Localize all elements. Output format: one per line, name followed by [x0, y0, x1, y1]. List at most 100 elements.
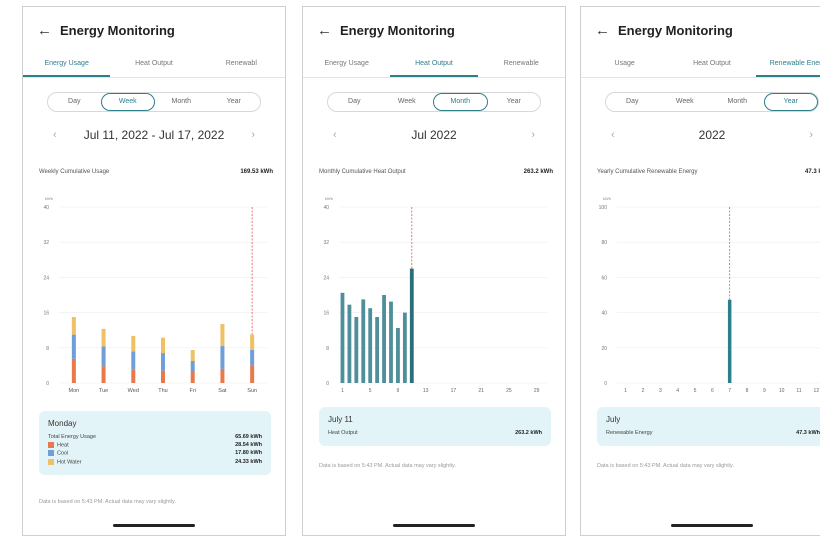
y-tick-label: 80: [601, 240, 607, 246]
bar-segment[interactable]: [190, 350, 195, 361]
arrow-left-icon[interactable]: ←: [317, 23, 332, 38]
arrow-left-icon[interactable]: ←: [595, 23, 610, 38]
period-option[interactable]: Week: [100, 93, 155, 111]
bar[interactable]: [396, 328, 400, 383]
x-tick-label: 21: [478, 388, 484, 394]
x-tick-label: 1: [341, 388, 344, 394]
bar-segment[interactable]: [161, 370, 165, 383]
bar[interactable]: [340, 292, 345, 383]
legend-swatch: [48, 458, 54, 465]
x-tick-label: 8: [746, 388, 749, 394]
chevron-left-icon[interactable]: ‹: [333, 129, 337, 141]
bar[interactable]: [389, 301, 393, 383]
x-tick-label: 9: [397, 388, 400, 394]
bar-segment[interactable]: [161, 353, 165, 371]
period-option[interactable]: Year: [488, 93, 541, 111]
period-option[interactable]: Day: [328, 93, 381, 111]
period-selector: Day Week Month Year: [47, 92, 261, 112]
bar-segment[interactable]: [101, 366, 106, 383]
bar-segment[interactable]: [190, 361, 195, 372]
y-axis-unit: kWh: [45, 196, 53, 201]
bar-segment[interactable]: [190, 372, 195, 383]
x-tick-label: 10: [779, 388, 785, 394]
bar-segment[interactable]: [71, 317, 76, 335]
y-tick-label: 32: [43, 240, 49, 246]
x-tick-label: Tue: [99, 388, 108, 394]
tab-item[interactable]: Renewable: [478, 51, 565, 77]
detail-row-label: Hot Water: [57, 459, 82, 466]
bar-chart: kWh 0 8 16 24 32 40 Mon Tue Wed Thu Fri Sat Sun: [43, 196, 267, 394]
tab-item[interactable]: Heat Output: [668, 51, 755, 77]
bar-segment[interactable]: [161, 337, 165, 354]
bar-segment[interactable]: [220, 368, 225, 383]
detail-row-label-wrap: Total Energy Usage: [48, 434, 96, 440]
y-tick-label: 60: [601, 275, 607, 281]
period-option[interactable]: Month: [155, 93, 208, 111]
summary-label: Weekly Cumulative Usage: [39, 169, 110, 175]
period-option[interactable]: Week: [381, 93, 434, 111]
bar-segment[interactable]: [250, 365, 255, 383]
y-tick-label: 40: [323, 205, 329, 211]
bar-segment[interactable]: [101, 346, 106, 367]
bar-segment[interactable]: [250, 350, 255, 366]
legend-swatch: [48, 450, 54, 457]
summary-value: 263.2 kWh: [523, 169, 553, 175]
bar-segment[interactable]: [101, 328, 106, 347]
y-tick-label: 16: [323, 311, 329, 317]
bar-segment[interactable]: [131, 369, 136, 383]
tab-item[interactable]: Energy Usage: [303, 51, 390, 77]
tab-item[interactable]: Renewabl: [198, 51, 285, 77]
summary-label: Monthly Cumulative Heat Output: [319, 169, 406, 175]
bar[interactable]: [727, 299, 732, 383]
y-tick-label: 20: [601, 346, 607, 352]
detail-row-value: 65.69 kWh: [235, 434, 262, 440]
bar[interactable]: [409, 268, 414, 383]
bar[interactable]: [361, 299, 366, 383]
bar[interactable]: [347, 304, 352, 383]
bar-segment[interactable]: [131, 335, 136, 352]
period-option[interactable]: Month: [433, 93, 488, 111]
bar[interactable]: [402, 312, 407, 383]
period-option[interactable]: Day: [606, 93, 659, 111]
bar-segment[interactable]: [71, 334, 76, 359]
chevron-right-icon[interactable]: ›: [809, 129, 813, 141]
bar-segment[interactable]: [220, 324, 225, 347]
bar[interactable]: [375, 317, 380, 383]
x-tick-label: 11: [796, 388, 801, 394]
detail-row-label: Total Energy Usage: [48, 434, 96, 440]
period-option[interactable]: Year: [763, 93, 818, 111]
detail-row-label: Heat Output: [328, 430, 358, 436]
tab-item[interactable]: Energy Usage: [23, 51, 111, 77]
chevron-left-icon[interactable]: ‹: [53, 129, 57, 141]
tab-item[interactable]: Heat Output: [110, 51, 197, 77]
detail-row: Hot Water 24.33 kWh: [48, 458, 262, 466]
app-header: ← Energy Monitoring: [317, 19, 555, 41]
chevron-right-icon[interactable]: ›: [531, 129, 535, 141]
tab-item[interactable]: Heat Output: [390, 51, 478, 77]
bar[interactable]: [368, 308, 373, 383]
bar-chart: kWh0204060801001 2 3 4 5 6 7 8 9 10 11 12: [599, 196, 820, 394]
x-tick-label: Mon: [69, 388, 80, 394]
period-option[interactable]: Week: [659, 93, 712, 111]
bar-chart: kWh 0 8 16 24 32 40 1 5 9 13 17 21 25 29: [323, 196, 547, 394]
x-tick-label: Wed: [128, 388, 139, 394]
bar-segment[interactable]: [250, 334, 255, 350]
bar[interactable]: [382, 295, 386, 383]
detail-row-label: Cool: [57, 450, 69, 457]
bar-segment[interactable]: [131, 351, 136, 370]
chevron-left-icon[interactable]: ‹: [611, 129, 615, 141]
period-option[interactable]: Day: [48, 93, 101, 111]
category-tabs: Energy Usage Heat Output Renewabl: [23, 51, 285, 78]
tab-item[interactable]: Usage: [581, 51, 668, 77]
bar-segment[interactable]: [71, 358, 76, 383]
date-navigator: ‹ Jul 11, 2022 - Jul 17, 2022 ›: [23, 125, 285, 145]
bar[interactable]: [354, 317, 359, 383]
tab-item[interactable]: Renewable Energy: [755, 51, 820, 77]
x-tick-label: 2: [642, 388, 645, 394]
arrow-left-icon[interactable]: ←: [37, 23, 52, 38]
chevron-right-icon[interactable]: ›: [251, 129, 255, 141]
detail-row-label-wrap: Heat Output: [328, 430, 358, 436]
bar-segment[interactable]: [220, 346, 225, 369]
period-option[interactable]: Month: [711, 93, 764, 111]
period-option[interactable]: Year: [208, 93, 261, 111]
